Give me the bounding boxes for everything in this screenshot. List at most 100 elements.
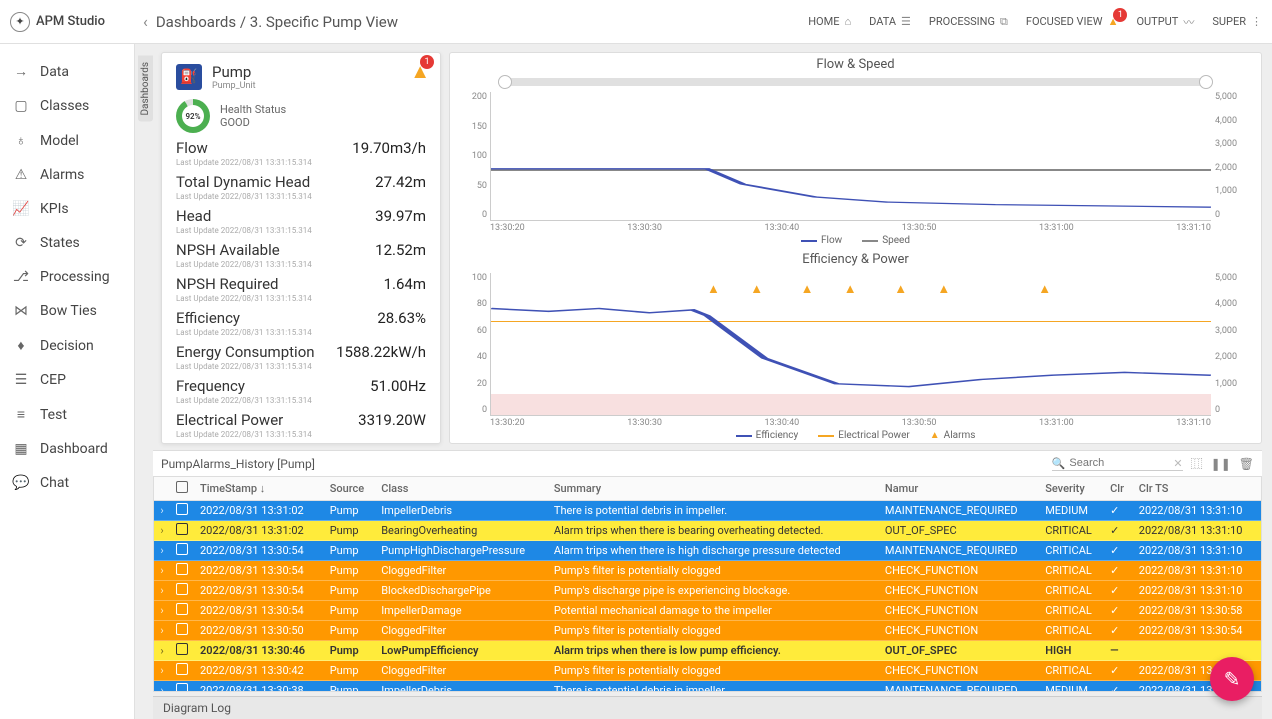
table-row[interactable]: › 2022/08/31 13:30:50PumpCloggedFilterPu… <box>154 621 1261 641</box>
more-icon: ⋮ <box>1251 15 1262 28</box>
search-input[interactable] <box>1069 457 1169 469</box>
legend-item[interactable]: Speed <box>862 235 910 246</box>
legend-item[interactable]: ▲Alarms <box>930 430 976 441</box>
sidebar-item-cep[interactable]: ☰CEP <box>0 363 134 397</box>
chevron-left-icon[interactable]: ‹ <box>143 12 148 31</box>
column-header[interactable] <box>154 477 170 501</box>
sidebar-icon: ♦ <box>12 337 30 354</box>
alarm-table[interactable]: TimeStamp ↓SourceClassSummaryNamurSeveri… <box>153 476 1262 692</box>
stat-row: Energy Consumption1588.22kW/hLast Update… <box>176 343 426 371</box>
topnav-output[interactable]: OUTPUT〰 <box>1136 14 1194 30</box>
row-checkbox[interactable] <box>176 643 188 655</box>
columns-icon[interactable]: ⿲ <box>1191 455 1203 472</box>
brain-icon: ✦ <box>10 12 30 32</box>
column-header[interactable]: Source <box>324 477 375 501</box>
legend-item[interactable]: Efficiency <box>736 430 799 441</box>
topnav-focused-view[interactable]: FOCUSED VIEW▲1 <box>1026 15 1119 28</box>
warning-icon[interactable]: ▲1 <box>410 59 430 84</box>
select-all-checkbox[interactable] <box>176 481 188 493</box>
expand-icon[interactable]: › <box>154 561 170 581</box>
column-header[interactable]: Clr <box>1104 477 1133 501</box>
legend-item[interactable]: Electrical Power <box>818 430 909 441</box>
slider-handle-left[interactable] <box>498 75 512 89</box>
list-icon: ☰ <box>901 15 911 28</box>
topnav-data[interactable]: DATA☰ <box>869 15 911 28</box>
trend-icon: 〰 <box>1183 14 1194 30</box>
column-header[interactable]: Clr TS <box>1133 477 1261 501</box>
topnav-processing[interactable]: PROCESSING⧉ <box>929 15 1008 29</box>
sidebar-icon: ☰ <box>12 372 30 388</box>
alarm-marker-icon: ▲ <box>894 281 907 297</box>
table-row[interactable]: › 2022/08/31 13:30:54PumpImpellerDamageP… <box>154 601 1261 621</box>
card-subtitle: Pump_Unit <box>212 81 256 91</box>
chart2-title: Efficiency & Power <box>460 252 1251 267</box>
expand-icon[interactable]: › <box>154 541 170 561</box>
stat-row: Flow19.70m3/hLast Update 2022/08/31 13:3… <box>176 139 426 167</box>
expand-icon[interactable]: › <box>154 681 170 693</box>
plot2[interactable]: 100806040200 5,0004,0003,0002,0001,0000 … <box>490 273 1211 416</box>
column-header[interactable]: Severity <box>1039 477 1104 501</box>
table-row[interactable]: › 2022/08/31 13:30:38PumpImpellerDebrisT… <box>154 681 1261 693</box>
breadcrumb-page[interactable]: 3. Specific Pump View <box>250 13 398 31</box>
table-row[interactable]: › 2022/08/31 13:30:54PumpCloggedFilterPu… <box>154 561 1261 581</box>
legend-item[interactable]: Flow <box>801 235 842 246</box>
row-checkbox[interactable] <box>176 583 188 595</box>
table-row[interactable]: › 2022/08/31 13:30:54PumpPumpHighDischar… <box>154 541 1261 561</box>
health-donut: 92% <box>176 99 210 133</box>
table-row[interactable]: › 2022/08/31 13:31:02PumpBearingOverheat… <box>154 521 1261 541</box>
row-checkbox[interactable] <box>176 543 188 555</box>
expand-icon[interactable]: › <box>154 641 170 661</box>
row-checkbox[interactable] <box>176 623 188 635</box>
row-checkbox[interactable] <box>176 663 188 675</box>
table-row[interactable]: › 2022/08/31 13:30:54PumpBlockedDischarg… <box>154 581 1261 601</box>
stat-row: NPSH Required1.64mLast Update 2022/08/31… <box>176 275 426 303</box>
delete-icon[interactable]: 🗑 <box>1239 457 1254 471</box>
expand-icon[interactable]: › <box>154 521 170 541</box>
topnav-super[interactable]: SUPER⋮ <box>1212 15 1262 28</box>
sidebar-item-model[interactable]: ♁Model <box>0 123 134 158</box>
brand-label: APM Studio <box>36 14 105 29</box>
sidebar-item-dashboard[interactable]: ▦Dashboard <box>0 432 134 466</box>
diagram-log-tab[interactable]: Diagram Log <box>153 696 1262 719</box>
sidebar-icon: ⎇ <box>12 269 30 285</box>
row-checkbox[interactable] <box>176 523 188 535</box>
row-checkbox[interactable] <box>176 603 188 615</box>
sidebar-item-processing[interactable]: ⎇Processing <box>0 260 134 294</box>
plot1[interactable]: 200150100500 5,0004,0003,0002,0001,0000 <box>490 92 1211 221</box>
column-header[interactable]: Class <box>375 477 548 501</box>
column-header[interactable]: Summary <box>548 477 879 501</box>
sidebar-item-decision[interactable]: ♦Decision <box>0 328 134 363</box>
sidebar-item-alarms[interactable]: ⚠Alarms <box>0 158 134 192</box>
breadcrumb-root[interactable]: Dashboards <box>156 13 236 31</box>
column-header[interactable]: Namur <box>879 477 1039 501</box>
sidebar-item-chat[interactable]: 💬Chat <box>0 466 134 500</box>
clear-icon[interactable]: ✕ <box>1173 457 1182 470</box>
expand-icon[interactable]: › <box>154 621 170 641</box>
table-row[interactable]: › 2022/08/31 13:30:46PumpLowPumpEfficien… <box>154 641 1261 661</box>
dashboards-tab-vertical[interactable]: Dashboards <box>138 56 153 122</box>
expand-icon[interactable]: › <box>154 501 170 521</box>
table-row[interactable]: › 2022/08/31 13:31:02PumpImpellerDebrisT… <box>154 501 1261 521</box>
sidebar-item-bow-ties[interactable]: ⋈Bow Ties <box>0 294 134 328</box>
expand-icon[interactable]: › <box>154 581 170 601</box>
sidebar-item-test[interactable]: ≡Test <box>0 397 134 432</box>
sidebar-item-classes[interactable]: ▢Classes <box>0 89 134 123</box>
sidebar-item-data[interactable]: →Data <box>0 54 134 89</box>
row-checkbox[interactable] <box>176 563 188 575</box>
pause-icon[interactable]: ❚❚ <box>1211 457 1231 471</box>
expand-icon[interactable]: › <box>154 601 170 621</box>
table-row[interactable]: › 2022/08/31 13:30:42PumpCloggedFilterPu… <box>154 661 1261 681</box>
time-range-slider[interactable] <box>500 78 1211 86</box>
column-header[interactable] <box>170 477 194 501</box>
row-checkbox[interactable] <box>176 503 188 515</box>
sidebar-item-states[interactable]: ⟳States <box>0 226 134 260</box>
search-box[interactable]: 🔍 ✕ <box>1052 457 1183 471</box>
slider-handle-right[interactable] <box>1199 75 1213 89</box>
expand-icon[interactable]: › <box>154 661 170 681</box>
sidebar-item-kpis[interactable]: 📈KPIs <box>0 192 134 226</box>
edit-fab[interactable]: ✎ <box>1210 657 1254 701</box>
column-header[interactable]: TimeStamp ↓ <box>194 477 324 501</box>
brand[interactable]: ✦ APM Studio <box>10 12 135 32</box>
row-checkbox[interactable] <box>176 683 188 692</box>
topnav-home[interactable]: HOME⌂ <box>808 15 851 28</box>
